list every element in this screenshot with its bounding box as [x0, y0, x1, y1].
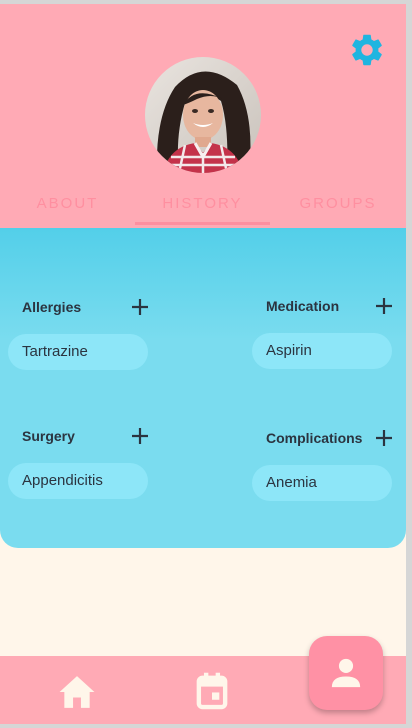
tab-bar: ABOUT HISTORY GROUPS	[0, 194, 406, 228]
add-allergy-icon[interactable]	[128, 295, 152, 319]
complication-chip[interactable]: Anemia	[252, 465, 392, 501]
gear-icon[interactable]	[348, 31, 386, 69]
profile-screen: ABOUT HISTORY GROUPS Allergies Tartrazin…	[0, 4, 406, 724]
add-surgery-icon[interactable]	[128, 424, 152, 448]
medication-chip[interactable]: Aspirin	[252, 333, 392, 369]
active-tab-indicator	[135, 222, 270, 225]
add-medication-icon[interactable]	[372, 294, 396, 318]
complications-section: Complications Anemia	[252, 426, 397, 501]
medication-title: Medication	[266, 298, 340, 314]
surgery-chip[interactable]: Appendicitis	[8, 463, 148, 499]
profile-header: ABOUT HISTORY GROUPS	[0, 4, 406, 228]
allergies-section: Allergies Tartrazine	[8, 295, 153, 370]
tab-about[interactable]: ABOUT	[0, 194, 135, 224]
allergies-title: Allergies	[22, 299, 82, 315]
complications-title: Complications	[266, 430, 363, 446]
surgery-section: Surgery Appendicitis	[8, 424, 153, 499]
tab-groups[interactable]: GROUPS	[270, 194, 406, 224]
profile-button[interactable]	[309, 636, 383, 710]
allergy-chip[interactable]: Tartrazine	[8, 334, 148, 370]
avatar	[145, 57, 261, 173]
person-icon	[331, 658, 361, 688]
calendar-icon[interactable]	[194, 672, 230, 710]
history-panel: Allergies Tartrazine Medication Aspirin …	[0, 228, 406, 548]
surgery-title: Surgery	[22, 428, 75, 444]
add-complication-icon[interactable]	[372, 426, 396, 450]
medication-section: Medication Aspirin	[252, 294, 397, 369]
home-icon[interactable]	[58, 674, 96, 710]
tab-history[interactable]: HISTORY	[135, 194, 270, 224]
